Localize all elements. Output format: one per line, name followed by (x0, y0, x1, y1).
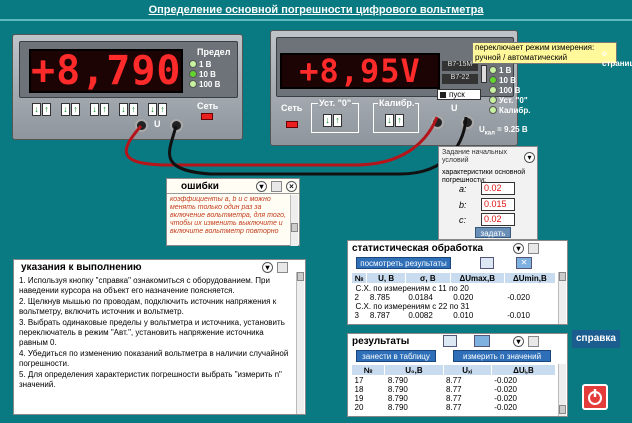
init-a-input[interactable]: 0.02 (481, 182, 515, 195)
chevron-down-icon[interactable]: ▾ (513, 243, 524, 254)
scroll-thumb[interactable] (291, 223, 298, 232)
results-table-wrap: № U₀,В Uₓᵢ ΔUᵢ,В 17 8.790 8.77 -0.020 18 8.7… (350, 364, 557, 412)
col-header: ΔUmin,В (503, 272, 557, 284)
init-b-label: b: (459, 200, 467, 210)
results-scrollbar[interactable] (558, 364, 566, 416)
stats-title: статистическая обработка (352, 242, 484, 254)
instruction-item: 3. Выбрать одинаковые пределы у вольтмет… (19, 317, 285, 348)
measure-n-button[interactable]: измерить n значений (453, 350, 551, 362)
stats-scrollbar[interactable] (558, 272, 566, 324)
stats-table-wrap: № U, В σ, В ΔUmax,В ΔUmin,В С.Х. по изме… (350, 272, 557, 320)
stats-window: статистическая обработка ▾ посмотреть ре… (347, 240, 568, 325)
stats-header: статистическая обработка ▾ (348, 241, 567, 255)
stats-table: № U, В σ, В ΔUmax,В ΔUmin,В С.Х. по изме… (350, 272, 557, 320)
instruction-item: 2. Щелкнув мышью по проводам, подключить… (19, 296, 277, 317)
grid-icon[interactable] (277, 262, 288, 273)
table-row: 2 8.785 0.0184 0.020 -0.020 (354, 293, 530, 302)
init-title: Задание начальных условий (442, 149, 507, 164)
power-off-icon[interactable] (582, 384, 608, 410)
show-results-button[interactable]: посмотреть результаты (356, 257, 451, 269)
grid-icon[interactable] (528, 336, 539, 347)
col-header: σ, В (404, 272, 451, 284)
instructions-list: 1. Используя кнопку "справка" ознакомить… (19, 276, 293, 390)
copy-icon[interactable] (443, 335, 457, 347)
scroll-thumb[interactable] (297, 272, 304, 281)
col-header: № (350, 364, 386, 376)
power-symbol (588, 389, 602, 405)
instruction-item: 5. Для определения характеристик погрешн… (19, 369, 282, 390)
set-button[interactable]: задать (475, 227, 511, 238)
init-c-label: c: (459, 215, 467, 225)
help-button[interactable]: справка (572, 330, 620, 348)
errors-title: ошибки (181, 180, 219, 192)
errors-header: ошибки ▾ × (167, 179, 299, 194)
init-b-input[interactable]: 0.015 (481, 198, 515, 211)
init-conditions-panel: Задание начальных условий ▾ характеристи… (438, 146, 538, 240)
results-header: результаты ▾ (348, 334, 567, 348)
mode-tooltip: переключает режим измерения: ручной / ав… (472, 42, 617, 64)
chevron-down-icon[interactable]: ▾ (524, 152, 535, 163)
init-c-input[interactable]: 0.02 (481, 213, 515, 226)
table-row: 18 8.790 8.77 -0.020 (354, 385, 517, 394)
instructions-header: указания к выполнению ▾ (14, 260, 305, 275)
copy-icon[interactable] (480, 257, 494, 269)
results-title: результаты (352, 335, 410, 347)
clear-icon[interactable]: ✕ (516, 257, 532, 269)
instruction-item: 1. Используя кнопку "справка" ознакомить… (19, 276, 270, 296)
table-row: 17 8.790 8.77 -0.020 (354, 376, 517, 385)
table-row: С.Х. по измерениям с 11 по 20 (355, 284, 469, 293)
results-window: результаты ▾ занести в таблицу измерить … (347, 333, 568, 417)
table-row: 3 8.787 0.0082 0.010 -0.010 (354, 311, 530, 320)
results-table: № U₀,В Uₓᵢ ΔUᵢ,В 17 8.790 8.77 -0.020 18 8.7… (350, 364, 557, 412)
instructions-title: указания к выполнению (21, 262, 142, 273)
add-to-table-button[interactable]: занести в таблицу (356, 350, 436, 362)
grid-icon[interactable] (528, 243, 539, 254)
instructions-scrollbar[interactable] (296, 272, 304, 414)
instructions-window: указания к выполнению ▾ 1. Используя кно… (13, 259, 306, 415)
table-row: 20 8.790 8.77 -0.020 (354, 403, 517, 412)
init-a-label: a: (459, 184, 467, 194)
col-header: ΔUᵢ,В (490, 364, 557, 376)
col-header: Uₓᵢ (442, 364, 492, 376)
clear-icon[interactable] (474, 335, 490, 347)
scroll-thumb[interactable] (559, 405, 566, 414)
errors-scrollbar[interactable] (290, 195, 298, 246)
chevron-down-icon[interactable]: ▾ (256, 181, 267, 192)
help-corner-text: о страницу (602, 49, 632, 68)
grid-icon[interactable] (271, 181, 282, 192)
instruction-item: 4. Убедиться по изменению показаний воль… (19, 348, 289, 369)
close-icon[interactable]: × (286, 181, 297, 192)
col-header: U₀,В (384, 364, 444, 376)
col-header: U, В (366, 272, 406, 284)
table-row: 19 8.790 8.77 -0.020 (354, 394, 517, 403)
errors-text: коэффициенты a, b и c можно менять тольк… (170, 196, 286, 235)
chevron-down-icon[interactable]: ▾ (262, 262, 273, 273)
col-header: № (350, 272, 368, 284)
scroll-thumb[interactable] (559, 272, 566, 281)
table-row: С.Х. по измерениям с 22 по 31 (355, 302, 470, 311)
col-header: ΔUmax,В (449, 272, 505, 284)
chevron-down-icon[interactable]: ▾ (513, 336, 524, 347)
errors-window: ошибки ▾ × коэффициенты a, b и c можно м… (166, 178, 300, 246)
